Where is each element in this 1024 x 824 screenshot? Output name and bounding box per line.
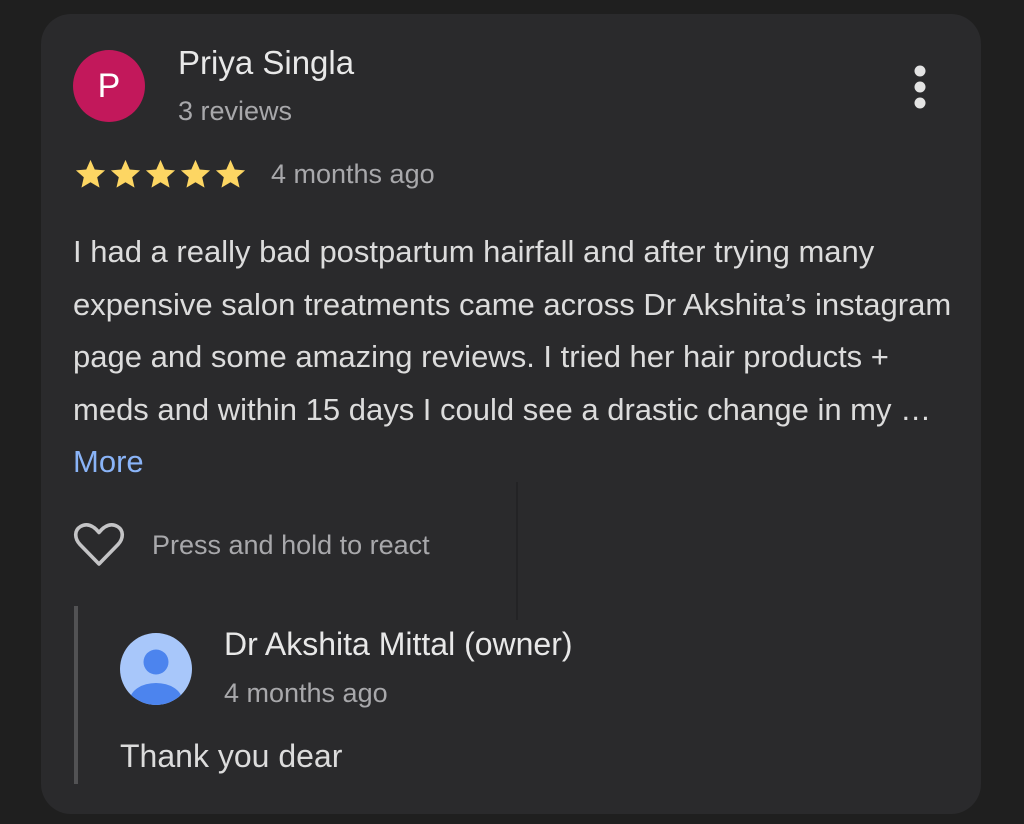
person-icon	[130, 649, 182, 705]
owner-name[interactable]: Dr Akshita Mittal (owner)	[224, 626, 573, 663]
author-avatar[interactable]: P	[73, 50, 145, 122]
divider	[516, 482, 518, 620]
react-row: Press and hold to react	[73, 522, 430, 568]
author-reviews-count: 3 reviews	[178, 96, 293, 126]
review-body: I had a really bad postpartum hairfall a…	[73, 234, 952, 427]
star-icon	[145, 159, 176, 188]
review-date: 4 months ago	[271, 158, 435, 189]
owner-reply-date: 4 months ago	[224, 678, 388, 708]
owner-reply-text: Thank you dear	[120, 738, 343, 774]
more-vert-icon	[914, 65, 926, 109]
more-options-button[interactable]	[905, 64, 935, 110]
author-name[interactable]: Priya Singla	[178, 44, 354, 82]
star-icon	[180, 159, 211, 188]
rating-row: 4 months ago	[73, 156, 435, 192]
reply-indent-bar	[74, 606, 78, 784]
star-icon	[75, 159, 106, 188]
star-icon	[110, 159, 141, 188]
heart-outline-icon[interactable]	[73, 522, 125, 568]
more-link[interactable]: More	[73, 444, 144, 479]
react-hint: Press and hold to react	[152, 529, 430, 560]
owner-avatar[interactable]	[120, 633, 192, 705]
review-card: P Priya Singla 3 reviews 4 months ago I …	[41, 14, 981, 814]
star-rating	[73, 157, 248, 192]
review-text: I had a really bad postpartum hairfall a…	[73, 226, 963, 489]
star-icon	[215, 159, 246, 188]
